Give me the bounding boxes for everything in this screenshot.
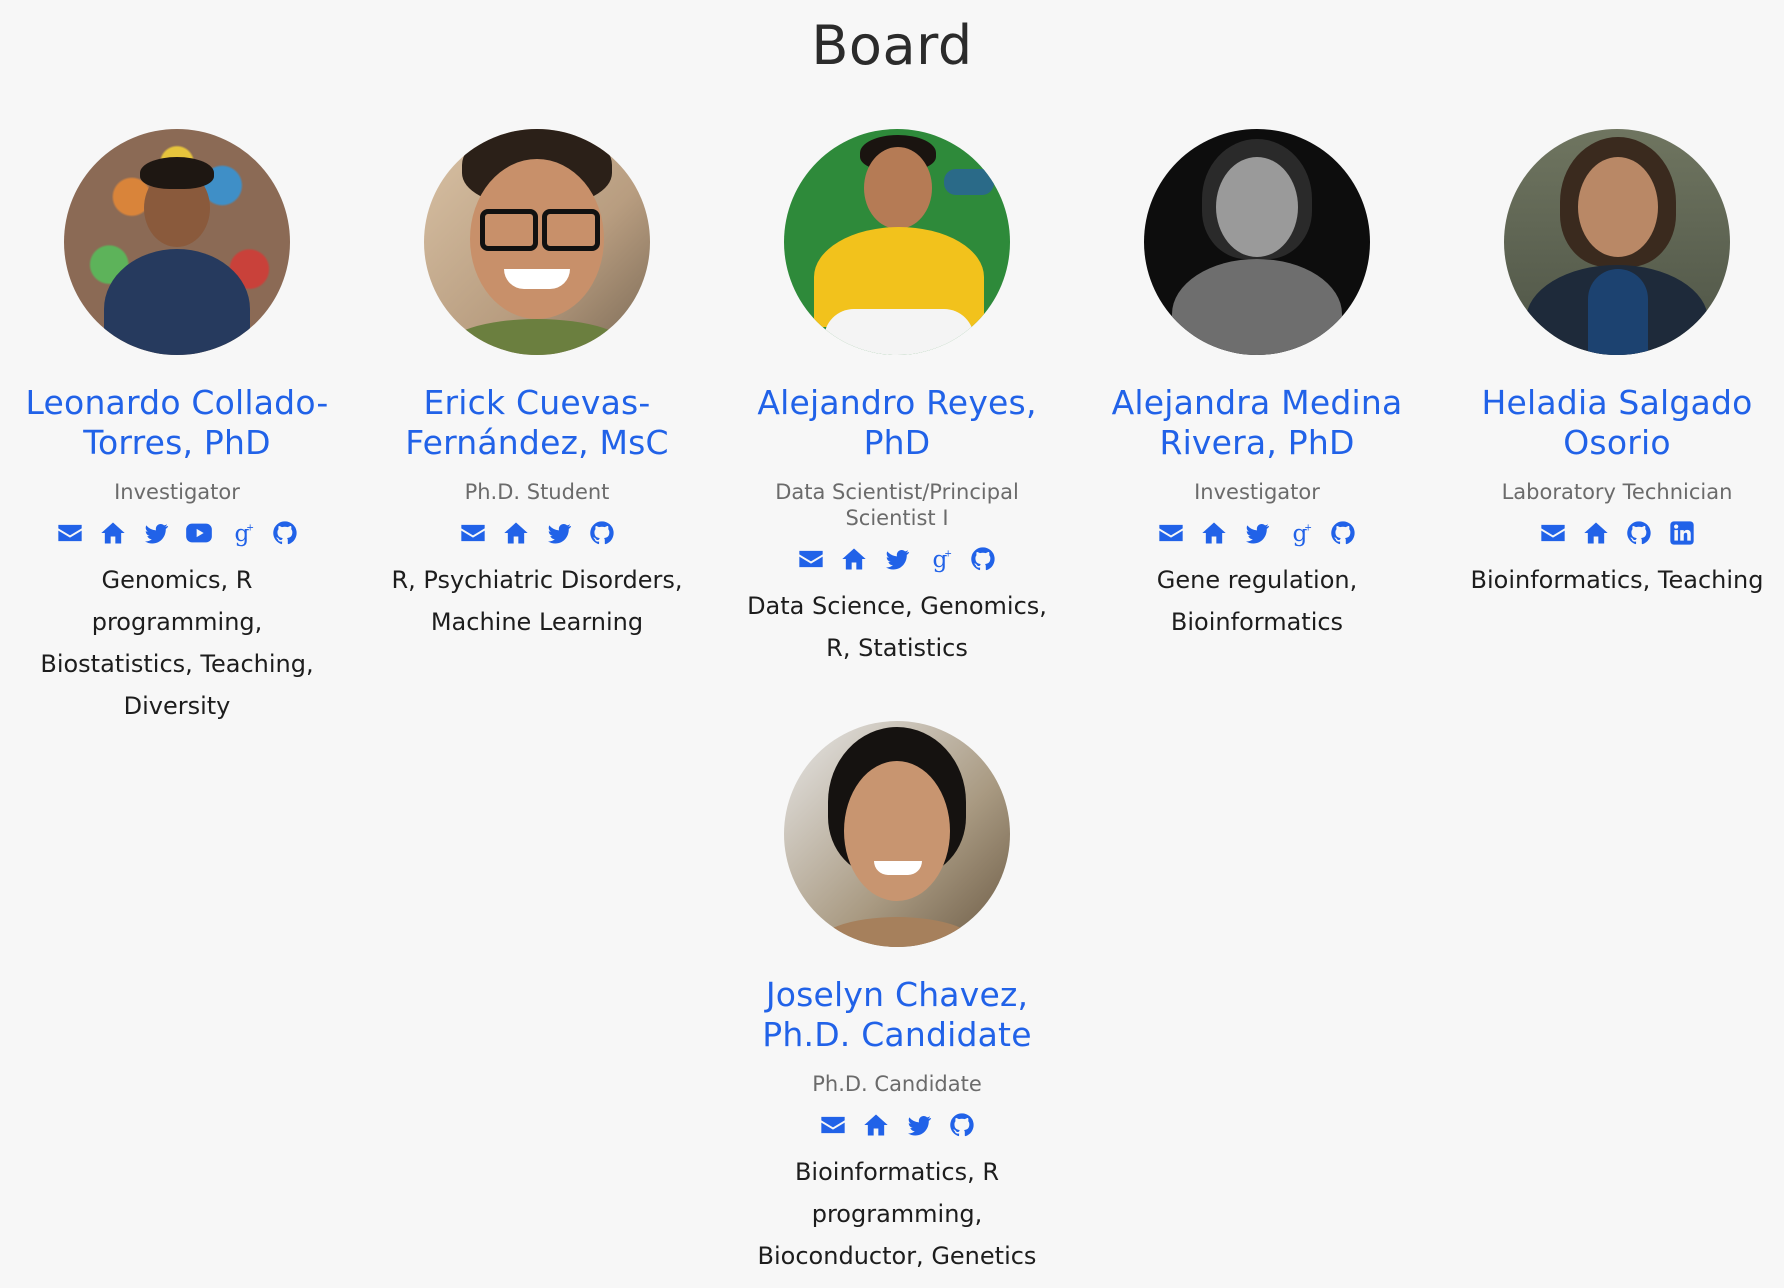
twitter-icon[interactable]: [905, 1111, 933, 1139]
member-social-links: g +: [7, 519, 347, 549]
member-card: Erick Cuevas- Fernández, MsC Ph.D. Stude…: [367, 129, 707, 643]
email-icon[interactable]: [56, 519, 84, 547]
email-icon[interactable]: [1157, 519, 1185, 547]
member-interests: Data Science, Genomics, R, Statistics: [747, 592, 1047, 662]
member-name[interactable]: Alejandra Medina Rivera, PhD: [1087, 383, 1427, 463]
home-icon[interactable]: [502, 519, 530, 547]
github-icon[interactable]: [948, 1111, 976, 1139]
home-icon[interactable]: [99, 519, 127, 547]
avatar[interactable]: [64, 129, 290, 355]
avatar[interactable]: [424, 129, 650, 355]
home-icon[interactable]: [1582, 519, 1610, 547]
member-name-line2[interactable]: Osorio: [1563, 423, 1670, 462]
member-interests: Gene regulation, Bioinformatics: [1156, 566, 1358, 636]
twitter-icon[interactable]: [142, 519, 170, 547]
member-name-line1[interactable]: Alejandra Medina: [1112, 383, 1403, 422]
member-name[interactable]: Leonardo Collado- Torres, PhD: [7, 383, 347, 463]
member-role: Ph.D. Candidate: [812, 1072, 982, 1096]
twitter-icon[interactable]: [545, 519, 573, 547]
member-name-line1[interactable]: Joselyn Chavez,: [766, 975, 1028, 1014]
member-interests: Genomics, R programming, Biostatistics, …: [40, 566, 314, 720]
home-icon[interactable]: [862, 1111, 890, 1139]
member-name[interactable]: Erick Cuevas- Fernández, MsC: [367, 383, 707, 463]
avatar[interactable]: [784, 721, 1010, 947]
twitter-icon[interactable]: [883, 545, 911, 573]
avatar[interactable]: [1504, 129, 1730, 355]
member-name-line1[interactable]: Leonardo Collado-: [26, 383, 329, 422]
member-interests: Bioinformatics, R programming, Bioconduc…: [757, 1158, 1037, 1270]
member-name[interactable]: Alejandro Reyes, PhD: [727, 383, 1067, 463]
github-icon[interactable]: [271, 519, 299, 547]
home-icon[interactable]: [840, 545, 868, 573]
member-name-line2[interactable]: Ph.D. Candidate: [762, 1015, 1031, 1054]
svg-text:+: +: [1304, 523, 1312, 534]
svg-text:+: +: [246, 523, 254, 534]
google-scholar-icon[interactable]: g +: [1286, 519, 1314, 547]
member-social-links: [1447, 519, 1784, 549]
github-icon[interactable]: [1329, 519, 1357, 547]
member-card: Alejandra Medina Rivera, PhD Investigato…: [1087, 129, 1427, 643]
google-scholar-icon[interactable]: g +: [228, 519, 256, 547]
member-role: Ph.D. Student: [464, 480, 610, 504]
home-icon[interactable]: [1200, 519, 1228, 547]
member-card: Alejandro Reyes, PhD Data Scientist/Prin…: [727, 129, 1067, 669]
page-title: Board: [811, 14, 973, 77]
email-icon[interactable]: [797, 545, 825, 573]
avatar[interactable]: [1144, 129, 1370, 355]
email-icon[interactable]: [819, 1111, 847, 1139]
member-social-links: g +: [1087, 519, 1427, 549]
member-role: Laboratory Technician: [1501, 480, 1733, 504]
email-icon[interactable]: [1539, 519, 1567, 547]
github-icon[interactable]: [588, 519, 616, 547]
member-interests: R, Psychiatric Disorders, Machine Learni…: [391, 566, 683, 636]
youtube-icon[interactable]: [185, 519, 213, 547]
member-name-line2[interactable]: Rivera, PhD: [1159, 423, 1354, 462]
member-card: Leonardo Collado- Torres, PhD Investigat…: [7, 129, 347, 727]
member-role: Investigator: [114, 480, 240, 504]
member-social-links: g +: [727, 545, 1067, 575]
member-name[interactable]: Joselyn Chavez, Ph.D. Candidate: [727, 975, 1067, 1055]
member-card: Joselyn Chavez, Ph.D. Candidate Ph.D. Ca…: [727, 721, 1067, 1277]
member-name-line1[interactable]: Erick Cuevas-: [423, 383, 650, 422]
linkedin-icon[interactable]: [1668, 519, 1696, 547]
avatar[interactable]: [784, 129, 1010, 355]
member-name-line2[interactable]: PhD: [864, 423, 931, 462]
member-social-links: [367, 519, 707, 549]
member-role: Investigator: [1194, 480, 1320, 504]
member-name-line2[interactable]: Torres, PhD: [83, 423, 270, 462]
member-name-line1[interactable]: Alejandro Reyes,: [757, 383, 1036, 422]
github-icon[interactable]: [969, 545, 997, 573]
google-scholar-icon[interactable]: g +: [926, 545, 954, 573]
member-name-line1[interactable]: Heladia Salgado: [1482, 383, 1753, 422]
member-name-line2[interactable]: Fernández, MsC: [405, 423, 669, 462]
github-icon[interactable]: [1625, 519, 1653, 547]
member-interests: Bioinformatics, Teaching: [1470, 566, 1764, 594]
member-role: Data Scientist/Principal Scientist I: [775, 480, 1019, 530]
twitter-icon[interactable]: [1243, 519, 1271, 547]
member-social-links: [727, 1111, 1067, 1141]
member-card: Heladia Salgado Osorio Laboratory Techni…: [1447, 129, 1784, 601]
svg-text:+: +: [944, 549, 952, 560]
member-name[interactable]: Heladia Salgado Osorio: [1447, 383, 1784, 463]
email-icon[interactable]: [459, 519, 487, 547]
